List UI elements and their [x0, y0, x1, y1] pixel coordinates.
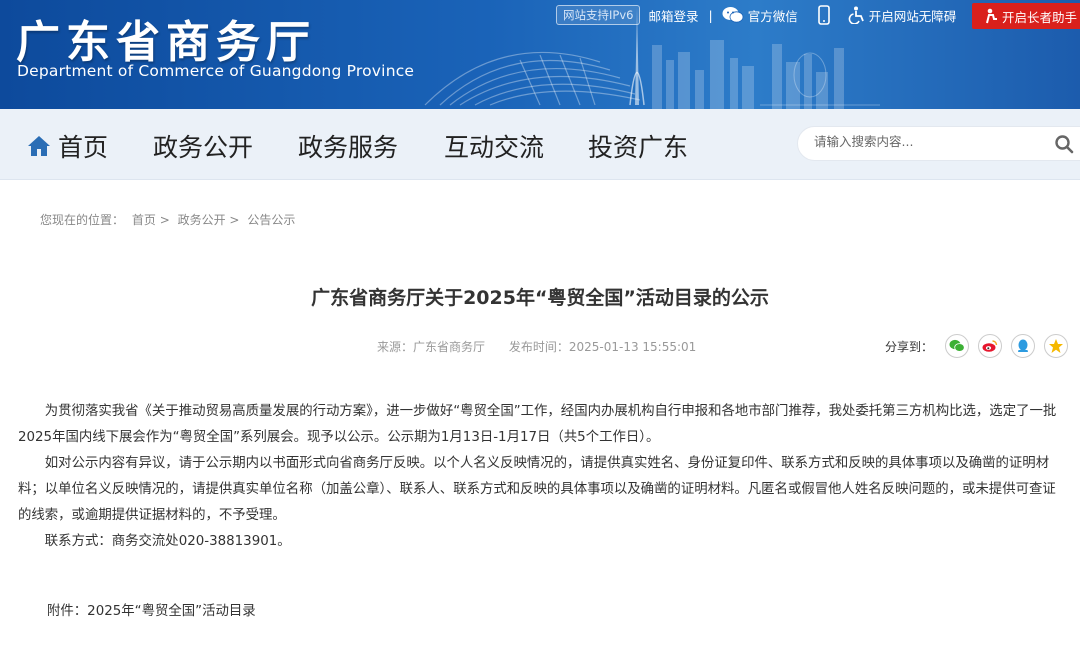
article-paragraph: 联系方式：商务交流处020-38813901。	[44, 534, 291, 549]
share-weibo-icon	[982, 340, 998, 352]
phone-icon	[817, 5, 830, 25]
wechat-link[interactable]: 官方微信	[722, 6, 798, 25]
home-icon	[28, 136, 50, 156]
article-published: 发布时间：2025-01-13 15:55:01	[508, 340, 697, 354]
nav-government-affairs[interactable]: 政务公开	[153, 128, 253, 164]
breadcrumb-gov-affairs[interactable]: 政务公开	[178, 213, 226, 227]
share-qzone-icon	[1049, 339, 1064, 353]
share-qq-icon	[1018, 339, 1029, 352]
article-paragraph: 如对公示内容有异议，请于公示期内以书面形式向省商务厅反映。以个人名义反映情况的，…	[18, 456, 1056, 523]
breadcrumb: 您现在的位置： 首页 > 政务公开 > 公告公示	[40, 211, 295, 228]
nav-home[interactable]: 首页	[27, 128, 108, 164]
article-meta: 来源：广东省商务厅 发布时间：2025-01-13 15:55:01	[377, 338, 716, 355]
search-box	[797, 126, 1080, 161]
wechat-label: 官方微信	[747, 8, 798, 24]
breadcrumb-home[interactable]: 首页	[132, 213, 156, 227]
attachment-link[interactable]: 附件：2025年“粤贸全国”活动目录	[47, 599, 256, 619]
article-title: 广东省商务厅关于2025年“粤贸全国”活动目录的公示	[311, 287, 769, 309]
share-weibo-button[interactable]	[978, 334, 1003, 358]
wechat-icon	[722, 7, 744, 23]
nav-interaction[interactable]: 互动交流	[444, 128, 544, 164]
accessibility-icon	[848, 6, 864, 24]
breadcrumb-sep: >	[229, 213, 240, 227]
share-wechat-button[interactable]	[945, 334, 970, 358]
breadcrumb-prefix: 您现在的位置：	[40, 213, 125, 227]
share-label: 分享到：	[885, 339, 934, 354]
mobile-link[interactable]	[817, 5, 830, 25]
mail-login-link[interactable]: 邮箱登录	[648, 6, 698, 25]
elder-icon	[986, 8, 997, 24]
search-icon[interactable]	[1054, 134, 1074, 154]
article-paragraph: 为贯彻落实我省《关于推动贸易高质量发展的行动方案》，进一步做好“粤贸全国”工作，…	[18, 404, 1057, 445]
search-input[interactable]	[814, 134, 1034, 149]
share-bar: 分享到：	[885, 334, 1077, 358]
breadcrumb-announcements[interactable]: 公告公示	[247, 213, 295, 227]
share-wechat-icon	[949, 339, 965, 352]
nav-invest-guangdong[interactable]: 投资广东	[588, 128, 688, 164]
article-body: 为贯彻落实我省《关于推动贸易高质量发展的行动方案》，进一步做好“粤贸全国”工作，…	[18, 399, 1068, 555]
site-subtitle: Department of Commerce of Guangdong Prov…	[17, 62, 415, 80]
accessibility-link[interactable]: 开启网站无障碍	[848, 6, 957, 25]
accessibility-label: 开启网站无障碍	[868, 8, 957, 24]
article-source: 来源：广东省商务厅	[377, 340, 486, 354]
site-title: 广东省商务厅	[16, 17, 316, 68]
breadcrumb-sep: >	[159, 213, 170, 227]
elder-helper-button[interactable]: 开启长者助手	[972, 3, 1080, 29]
nav-government-services[interactable]: 政务服务	[298, 128, 398, 164]
top-links: 网站支持IPv6 邮箱登录 | 官方微信 开启网站无障碍	[556, 4, 968, 26]
divider: |	[708, 7, 713, 23]
share-qq-button[interactable]	[1011, 334, 1036, 358]
elder-helper-label: 开启长者助手	[1002, 9, 1078, 25]
ipv6-badge: 网站支持IPv6	[556, 5, 641, 25]
share-qzone-button[interactable]	[1044, 334, 1069, 358]
nav-home-label: 首页	[58, 133, 109, 162]
